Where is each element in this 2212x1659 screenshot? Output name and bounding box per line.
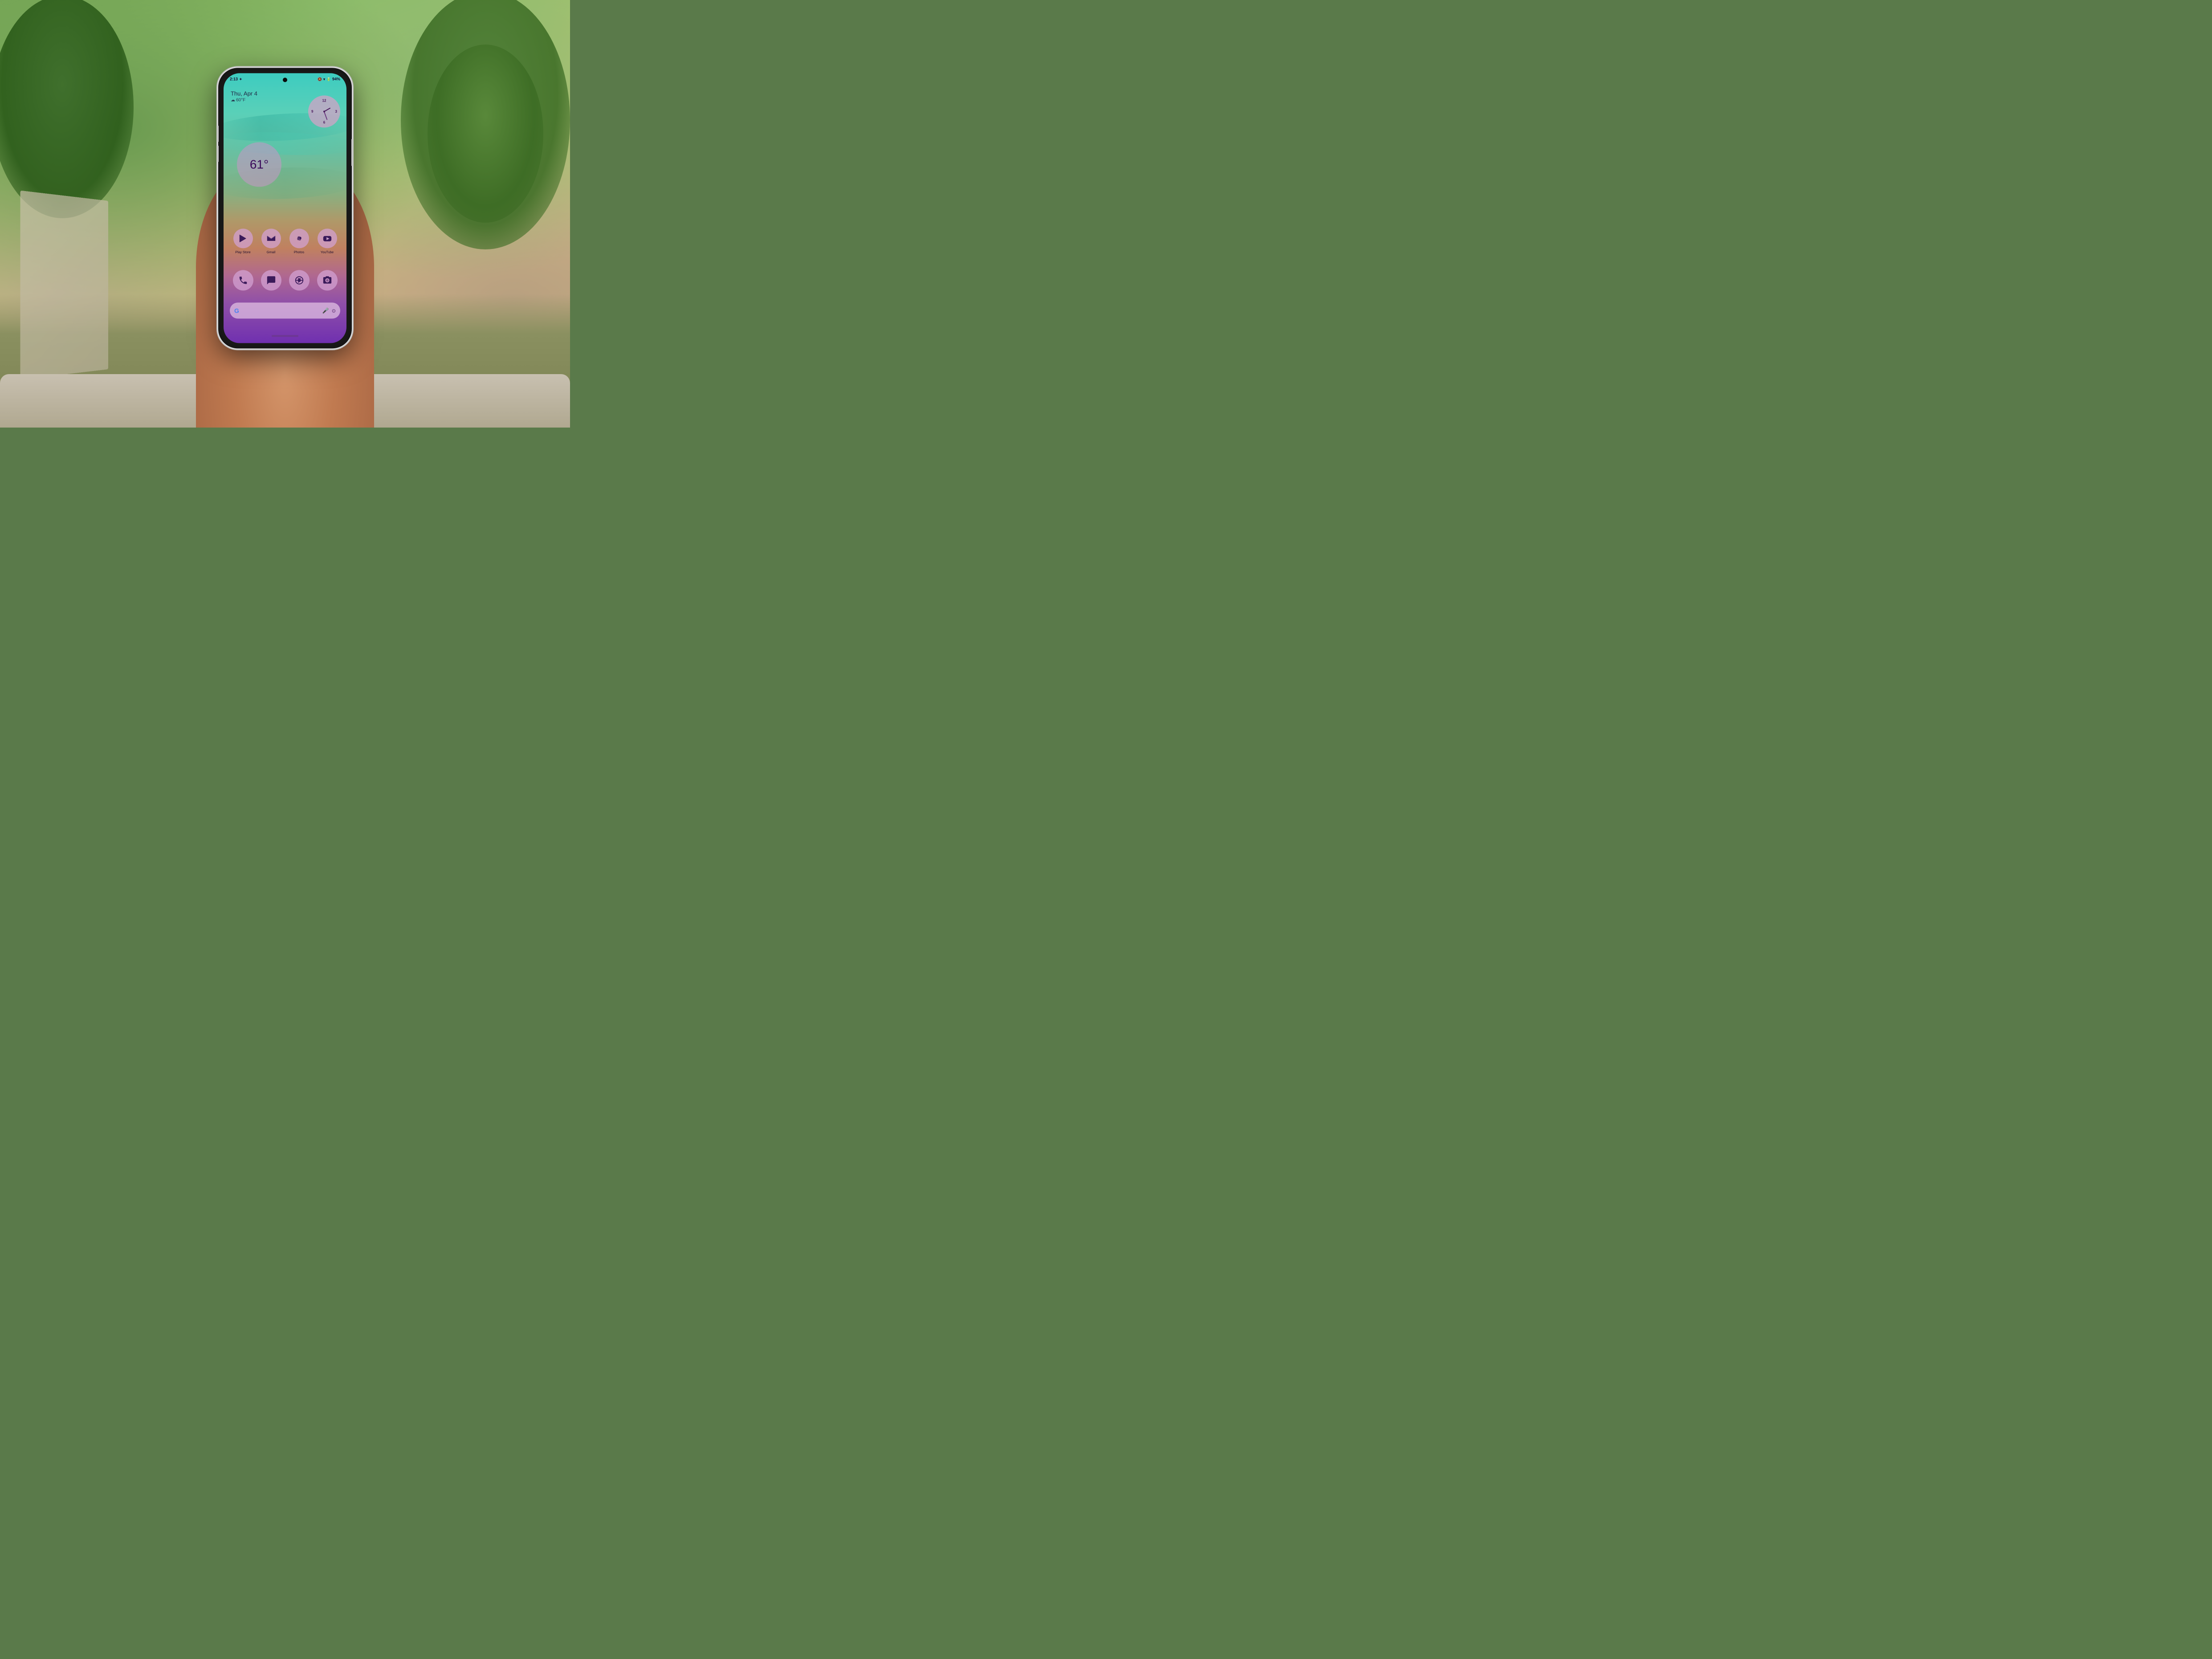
home-indicator[interactable] — [272, 335, 298, 337]
phone-screen: 2:13 ✦ 🔕 ▾ 🔋 94% Thu, Apr 4 ☁ 60°F — [224, 73, 346, 343]
phone-svg — [238, 275, 248, 285]
battery-icon: 🔋 — [326, 77, 331, 81]
status-left: 2:13 ✦ — [230, 77, 242, 81]
clock-9: 9 — [311, 110, 313, 114]
chrome-svg — [294, 275, 304, 285]
weather-bubble[interactable]: 61° — [237, 142, 281, 187]
mic-icon[interactable]: 🎤 — [322, 307, 329, 314]
weather-temp: 60°F — [236, 98, 245, 102]
messages-svg — [266, 275, 276, 285]
dock-phone-icon[interactable] — [233, 270, 253, 290]
camera-svg — [322, 275, 332, 285]
sidewalk — [20, 191, 108, 380]
camera-hole — [283, 77, 287, 82]
play-store-label: Play Store — [235, 250, 251, 254]
volume-down-button[interactable] — [217, 146, 219, 162]
clock-6: 6 — [323, 120, 325, 124]
gmail-icon[interactable] — [261, 228, 281, 248]
lens-icon[interactable]: ⊙ — [332, 308, 336, 314]
app-row: Play Store Gmail — [224, 228, 346, 254]
search-bar[interactable]: G 🎤 ⊙ — [230, 302, 340, 318]
photos-label: Photos — [294, 250, 304, 254]
clock-12: 12 — [322, 98, 326, 102]
app-item-gmail[interactable]: Gmail — [261, 228, 281, 254]
clock-face: 12 3 6 9 — [310, 98, 338, 125]
status-right: 🔕 ▾ 🔋 94% — [318, 77, 340, 81]
volume-up-button[interactable] — [217, 126, 219, 142]
app-item-play-store[interactable]: Play Store — [233, 228, 253, 254]
gmail-svg — [266, 233, 276, 243]
clock-minute-hand — [324, 111, 327, 120]
tree-right2 — [428, 45, 543, 223]
wifi-icon: ▾ — [323, 77, 325, 81]
date-label: Thu, Apr 4 — [231, 90, 257, 97]
phone-wrapper: 2:13 ✦ 🔕 ▾ 🔋 94% Thu, Apr 4 ☁ 60°F — [218, 68, 352, 348]
clock-3: 3 — [335, 110, 337, 114]
play-store-svg — [238, 233, 248, 243]
cloud-icon: ☁ — [231, 98, 235, 102]
mute-icon: 🔕 — [318, 77, 322, 81]
date-weather-widget: Thu, Apr 4 ☁ 60°F — [231, 90, 257, 102]
dock-row — [224, 270, 346, 290]
clock-center — [323, 110, 325, 112]
youtube-svg — [322, 233, 332, 243]
gmail-label: Gmail — [267, 250, 276, 254]
play-store-icon[interactable] — [233, 228, 253, 248]
dock-camera-icon[interactable] — [317, 270, 338, 290]
app-item-photos[interactable]: Photos — [289, 228, 309, 254]
photos-icon[interactable] — [289, 228, 309, 248]
dock-chrome-icon[interactable] — [289, 270, 310, 290]
app-item-youtube[interactable]: YouTube — [318, 228, 337, 254]
temperature-display: 61° — [250, 157, 269, 171]
weather-label: ☁ 60°F — [231, 98, 257, 102]
google-logo: G — [234, 307, 239, 314]
battery-level: 94% — [332, 77, 340, 81]
dock-messages-icon[interactable] — [261, 270, 281, 290]
youtube-label: YouTube — [321, 250, 334, 254]
status-signal-icon: ✦ — [239, 77, 242, 81]
status-time: 2:13 — [230, 77, 238, 81]
clock-widget[interactable]: 12 3 6 9 — [308, 95, 340, 127]
power-button[interactable] — [351, 139, 353, 166]
photos-svg — [294, 233, 304, 243]
youtube-icon[interactable] — [318, 228, 337, 248]
phone: 2:13 ✦ 🔕 ▾ 🔋 94% Thu, Apr 4 ☁ 60°F — [218, 68, 352, 348]
